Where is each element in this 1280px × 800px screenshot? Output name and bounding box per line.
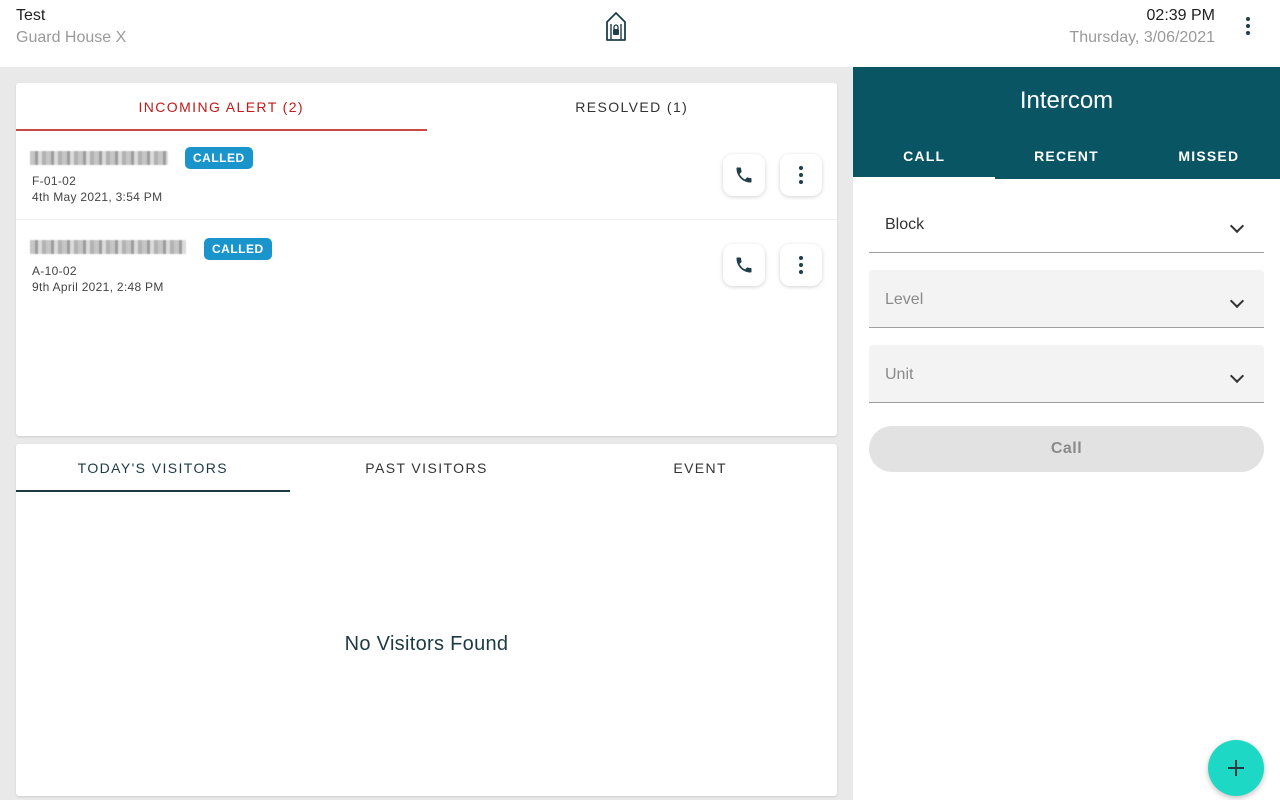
more-options-button[interactable] xyxy=(780,244,822,286)
current-date: Thursday, 3/06/2021 xyxy=(1069,29,1215,46)
chevron-down-icon xyxy=(1229,218,1245,234)
tab-recent[interactable]: RECENT xyxy=(995,133,1137,179)
more-vert-icon xyxy=(799,256,803,274)
guard-house-name: Guard House X xyxy=(16,29,127,46)
current-time: 02:39 PM xyxy=(1146,7,1215,24)
app-title: Test xyxy=(16,7,46,24)
intercom-panel: Intercom CALL RECENT MISSED Block Level … xyxy=(853,67,1280,800)
alert-unit: F-01-02 xyxy=(32,174,77,188)
plus-icon xyxy=(1228,760,1244,776)
intercom-title: Intercom xyxy=(1019,87,1114,114)
level-select[interactable]: Level xyxy=(869,270,1264,328)
visitors-tabs: TODAY'S VISITORS PAST VISITORS EVENT xyxy=(16,444,837,492)
alert-datetime: 9th April 2021, 2:48 PM xyxy=(32,280,164,294)
call-submit-button[interactable]: Call xyxy=(869,426,1264,472)
intercom-tabs: CALL RECENT MISSED xyxy=(853,133,1280,179)
level-select-label: Level xyxy=(885,291,924,308)
tab-todays-visitors[interactable]: TODAY'S VISITORS xyxy=(16,444,290,492)
redacted-name xyxy=(30,240,186,254)
tab-incoming-alert[interactable]: INCOMING ALERT (2) xyxy=(16,83,427,131)
top-app-bar: Test Guard House X 02:39 PM Thursday, 3/… xyxy=(0,0,1280,67)
alerts-tabs: INCOMING ALERT (2) RESOLVED (1) xyxy=(16,83,837,131)
alert-unit: A-10-02 xyxy=(32,264,77,278)
tab-missed[interactable]: MISSED xyxy=(1138,133,1280,179)
alerts-card: INCOMING ALERT (2) RESOLVED (1) CALLED F… xyxy=(16,83,837,436)
alert-list-item[interactable]: CALLED A-10-02 9th April 2021, 2:48 PM xyxy=(16,221,837,310)
tab-resolved[interactable]: RESOLVED (1) xyxy=(427,83,838,131)
empty-state-message: No Visitors Found xyxy=(344,633,509,655)
block-select[interactable]: Block xyxy=(869,195,1264,253)
status-badge: CALLED xyxy=(185,147,253,169)
visitors-card: TODAY'S VISITORS PAST VISITORS EVENT No … xyxy=(16,444,837,796)
phone-icon xyxy=(736,257,752,273)
unit-select[interactable]: Unit xyxy=(869,345,1264,403)
alert-list-item[interactable]: CALLED F-01-02 4th May 2021, 3:54 PM xyxy=(16,131,837,220)
block-select-label: Block xyxy=(885,216,925,233)
alert-datetime: 4th May 2021, 3:54 PM xyxy=(32,190,163,204)
unit-select-label: Unit xyxy=(885,366,914,383)
phone-icon xyxy=(736,167,752,183)
call-button[interactable] xyxy=(723,154,765,196)
chevron-down-icon xyxy=(1229,293,1245,309)
lock-house-icon xyxy=(606,12,626,41)
more-options-button[interactable] xyxy=(780,154,822,196)
intercom-header: Intercom CALL RECENT MISSED xyxy=(853,67,1280,179)
tab-event[interactable]: EVENT xyxy=(563,444,837,492)
tab-past-visitors[interactable]: PAST VISITORS xyxy=(290,444,564,492)
tab-call[interactable]: CALL xyxy=(853,133,996,179)
redacted-name xyxy=(30,151,168,165)
add-fab-button[interactable] xyxy=(1208,740,1264,796)
more-vert-icon[interactable] xyxy=(1236,14,1260,38)
status-badge: CALLED xyxy=(204,238,272,260)
more-vert-icon xyxy=(799,166,803,184)
chevron-down-icon xyxy=(1229,368,1245,384)
call-button[interactable] xyxy=(723,244,765,286)
